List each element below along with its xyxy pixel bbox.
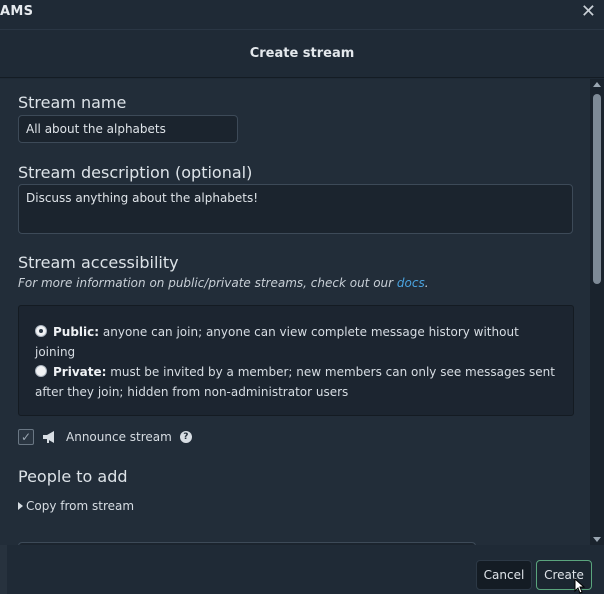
- private-radio[interactable]: [35, 365, 47, 377]
- check-icon: ✓: [20, 430, 32, 444]
- announce-row: ✓ Announce stream ?: [18, 429, 192, 445]
- accessibility-info: For more information on public/private s…: [18, 276, 429, 290]
- privacy-options: Public: anyone can join; anyone can view…: [18, 305, 574, 416]
- scroll-thumb[interactable]: [593, 94, 601, 284]
- stream-description-input[interactable]: Discuss anything about the alphabets!: [18, 184, 573, 234]
- private-text: must be invited by a member; new members…: [35, 365, 555, 399]
- private-option[interactable]: Private: must be invited by a member; ne…: [35, 362, 555, 402]
- public-option[interactable]: Public: anyone can join; anyone can view…: [35, 322, 555, 362]
- scroll-up-icon[interactable]: [593, 82, 601, 87]
- accessibility-info-text: For more information on public/private s…: [18, 276, 397, 290]
- top-bar: AMS ✕: [0, 0, 604, 30]
- announce-checkbox[interactable]: ✓: [18, 429, 34, 445]
- stream-accessibility-label: Stream accessibility: [18, 253, 179, 272]
- stream-name-input[interactable]: [18, 115, 238, 143]
- cancel-button[interactable]: Cancel: [476, 560, 532, 590]
- help-icon[interactable]: ?: [179, 431, 192, 443]
- public-title: Public:: [53, 325, 100, 339]
- public-text: anyone can join; anyone can view complet…: [35, 325, 519, 359]
- docs-link[interactable]: docs: [397, 276, 425, 290]
- modal-title: Create stream: [249, 46, 355, 61]
- scrollbar[interactable]: [590, 79, 604, 545]
- accessibility-info-suffix: .: [424, 276, 429, 290]
- modal-header: Create stream: [0, 30, 604, 78]
- scroll-down-icon[interactable]: [593, 537, 601, 542]
- public-radio[interactable]: [35, 325, 47, 337]
- people-to-add-label: People to add: [18, 467, 128, 486]
- stream-description-label: Stream description (optional): [18, 163, 253, 182]
- copy-from-stream-toggle[interactable]: Copy from stream: [18, 499, 134, 513]
- caret-right-icon: [18, 502, 23, 510]
- stream-name-label: Stream name: [18, 93, 127, 112]
- modal-footer: Cancel Create: [0, 545, 604, 594]
- close-icon[interactable]: ✕: [581, 2, 596, 22]
- announce-label: Announce stream: [66, 430, 172, 444]
- megaphone-icon: [43, 431, 54, 443]
- cursor-icon: [574, 578, 586, 594]
- private-title: Private:: [53, 365, 107, 379]
- modal-body: Stream name Stream description (optional…: [0, 79, 590, 545]
- footer-strip: [0, 545, 7, 594]
- copy-from-stream-label: Copy from stream: [26, 499, 135, 513]
- top-title: AMS: [0, 4, 34, 19]
